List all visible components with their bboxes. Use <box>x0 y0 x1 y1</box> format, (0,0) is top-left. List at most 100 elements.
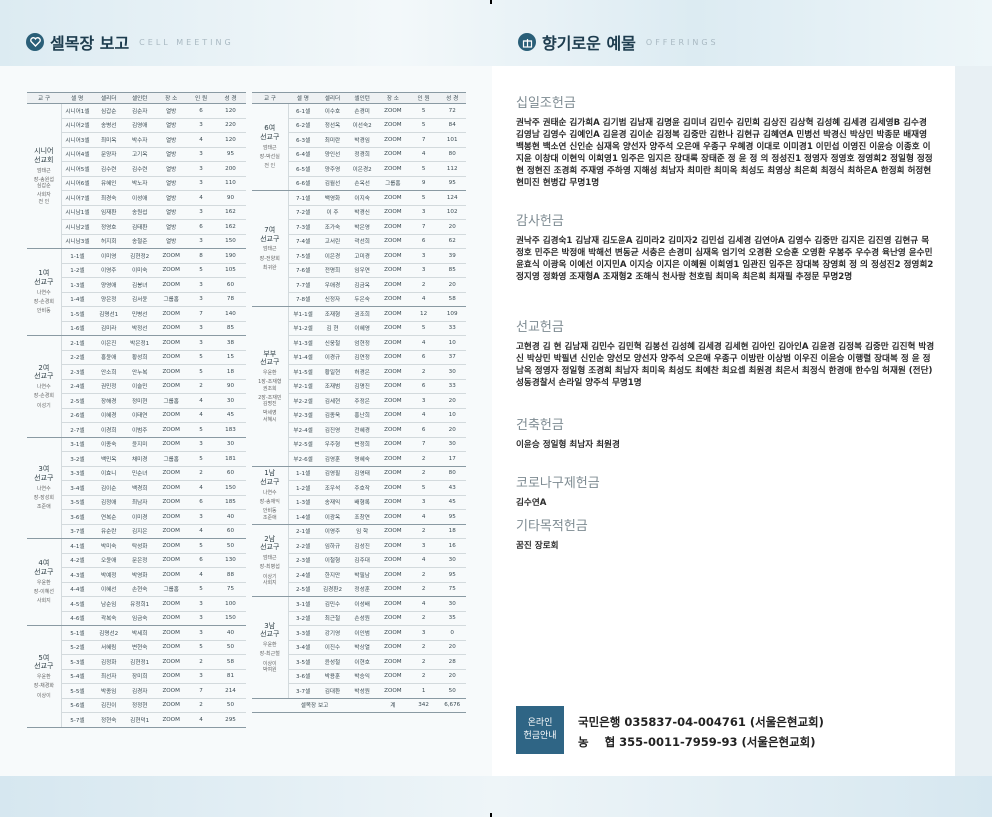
table-cell: 295 <box>214 712 246 728</box>
table-cell: 5 <box>408 118 439 133</box>
table-cell: 5 <box>408 103 439 119</box>
table-cell: 2 <box>408 524 439 539</box>
offering-section-title: 건축헌금 <box>516 418 564 433</box>
table-cell: 2 <box>408 654 439 670</box>
table-cell: 6-3셀 <box>288 132 318 148</box>
table-cell: 1-2셀 <box>61 263 94 278</box>
table-cell: 5 <box>187 538 215 554</box>
table-cell: 부1-3셀 <box>288 335 318 351</box>
table-cell: 임 학 <box>347 524 377 539</box>
table-cell: 1-3셀 <box>288 495 318 510</box>
table-cell: 백민옥 <box>93 451 125 467</box>
table-cell: 2 <box>408 640 439 655</box>
table-cell: 162 <box>214 219 246 235</box>
table-cell: 1-1셀 <box>288 466 318 481</box>
table-cell: ZOOM <box>155 321 188 336</box>
table-cell: ZOOM <box>155 669 188 684</box>
table-cell: ZOOM <box>155 422 188 438</box>
table-cell: 2-3셀 <box>61 364 94 380</box>
table-cell: ZOOM <box>376 669 409 684</box>
table-cell: 열방 <box>155 190 188 206</box>
table-cell: ZOOM <box>376 480 409 496</box>
table-cell: 4-2셀 <box>61 553 94 568</box>
table-cell: 4 <box>187 712 215 728</box>
table-cell: 시니남1셀 <box>61 205 94 220</box>
table-cell: 3 <box>187 321 215 336</box>
table-cell: 그룹홈 <box>155 393 188 409</box>
table-cell: 7-1셀 <box>288 190 318 206</box>
table-cell: 최선자 <box>93 669 125 684</box>
table-cell: 이영주 <box>317 524 348 539</box>
table-cell: 7-4셀 <box>288 234 318 249</box>
table-cell: 2-4셀 <box>61 379 94 394</box>
group-name: 5여 선교구 <box>34 653 54 671</box>
table-cell: 5 <box>187 582 215 597</box>
table-cell: 유순란 <box>93 524 125 539</box>
totals-people: 342 <box>408 698 439 713</box>
table-cell: 4 <box>408 596 439 612</box>
group-leader: 이상이 <box>36 692 51 699</box>
table-cell: 안소희 <box>93 364 125 380</box>
totals-label: 셀목장 보고 <box>252 698 377 713</box>
table-cell: 4-5셀 <box>61 596 94 612</box>
table-cell: 72 <box>438 103 466 119</box>
badge-line-1: 온라인 <box>527 718 553 728</box>
table-cell: 214 <box>214 683 246 699</box>
table-cell: ZOOM <box>155 466 188 481</box>
table-cell: 60 <box>214 277 246 293</box>
table-cell: 신정자 <box>317 292 348 307</box>
table-cell: 심갑순 <box>93 103 125 119</box>
table-cell: 강기영 <box>317 625 348 641</box>
heart-icon <box>26 33 44 51</box>
table-cell: 2-5셀 <box>61 393 94 409</box>
table-cell: 4 <box>408 147 439 162</box>
offering-section-title: 십일조헌금 <box>516 96 576 111</box>
table-cell: 시니어6셀 <box>61 176 94 191</box>
table-cell: 3 <box>408 205 439 220</box>
table-cell: ZOOM <box>155 480 188 496</box>
table-cell: 30 <box>214 393 246 409</box>
table-cell: 송병선 <box>93 118 125 133</box>
table-cell: 4 <box>408 553 439 568</box>
table-cell: 6 <box>408 422 439 438</box>
table-cell: 박종임 <box>93 683 125 699</box>
table-cell: ZOOM <box>376 292 409 307</box>
table-cell: 박노자 <box>124 176 156 191</box>
table-cell: ZOOM <box>376 364 409 380</box>
table-cell: 3 <box>187 161 215 177</box>
table-cell: 조가숙 <box>317 219 348 235</box>
table-cell: ZOOM <box>376 306 409 322</box>
table-cell: 3-6셀 <box>288 669 318 684</box>
table-cell: 서혜림 <box>93 640 125 655</box>
group-cell: 4여 선교구 우윤환 장-이혜선 사회지 <box>27 538 62 626</box>
table-cell: 12 <box>408 306 439 322</box>
table-cell: 162 <box>214 205 246 220</box>
table-cell: 20 <box>438 219 466 235</box>
table-cell: 9 <box>408 176 439 191</box>
table-cell: 열방 <box>155 219 188 235</box>
table-cell: 1-6셀 <box>61 321 94 336</box>
table-cell: 140 <box>214 306 246 322</box>
group-leader: 이성기 <box>36 402 51 409</box>
table-cell: 우주형 <box>317 437 348 452</box>
offering-section-title: 코로나구제헌금 <box>516 476 600 491</box>
table-cell: 조창연 <box>347 509 377 525</box>
table-cell: 김수련 <box>124 161 156 177</box>
table-cell: 장미희 <box>124 669 156 684</box>
table-cell: 열방 <box>155 176 188 191</box>
table-cell: 부2-2셀 <box>288 393 318 409</box>
table-cell: 박용훈 <box>317 669 348 684</box>
table-cell: 2 <box>408 277 439 293</box>
table-cell: 김성진 <box>347 538 377 554</box>
table-cell: 20 <box>438 640 466 655</box>
crop-mark-top <box>490 0 492 4</box>
table-row: 5여 선교구 우윤환 장-채경화 이상이 5-1셀 김명선2 박세희 ZOOM 3 40 <box>27 625 246 728</box>
table-cell: 그룹홈 <box>376 176 409 191</box>
table-cell: 37 <box>438 350 466 365</box>
table-cell: 최미란 <box>317 132 348 148</box>
table-cell: 3-6셀 <box>61 509 94 525</box>
table-cell: ZOOM <box>376 248 409 264</box>
table-cell: 2-5셀 <box>288 582 318 597</box>
table-cell: ZOOM <box>376 321 409 336</box>
table-cell: 두은숙 <box>347 292 377 307</box>
